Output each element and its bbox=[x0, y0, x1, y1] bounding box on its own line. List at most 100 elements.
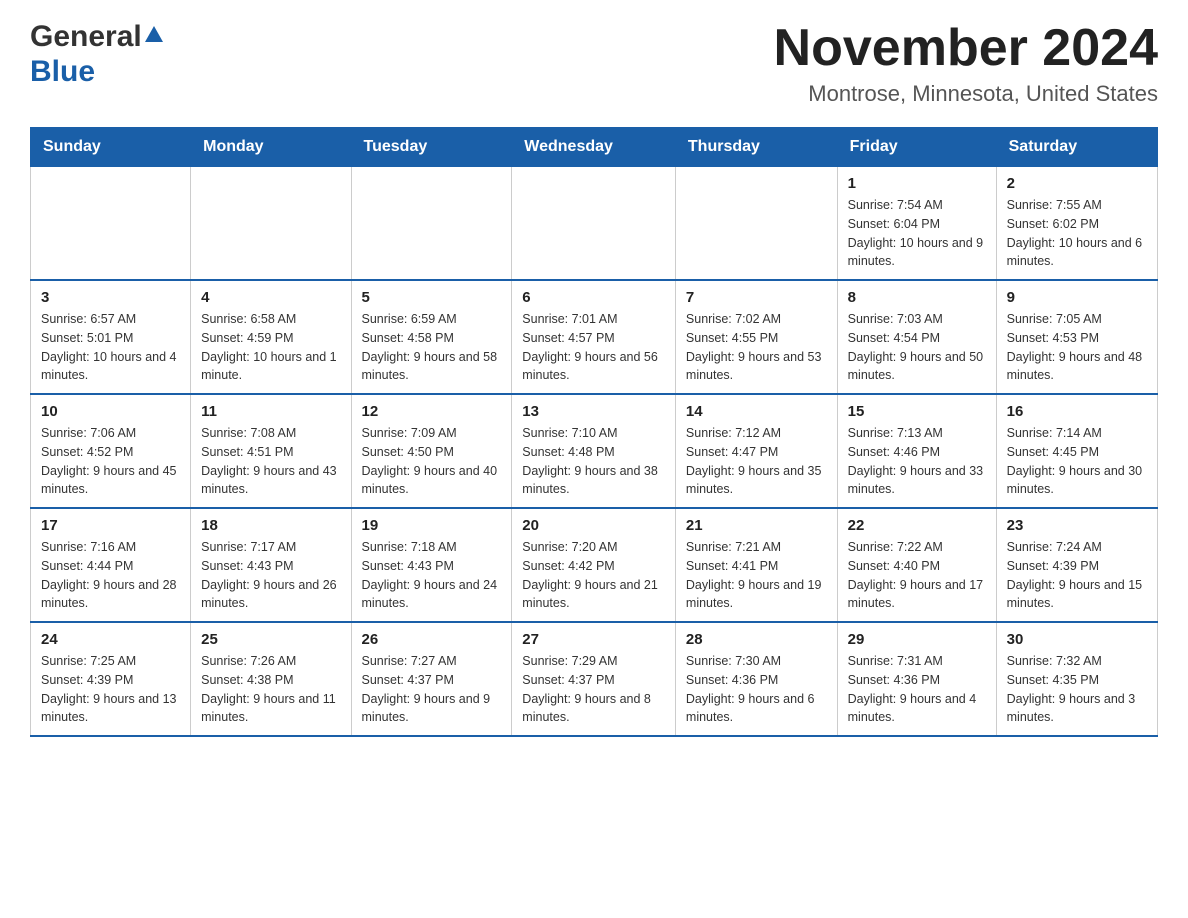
table-row: 3 Sunrise: 6:57 AMSunset: 5:01 PMDaylight… bbox=[31, 280, 191, 394]
table-row: 15 Sunrise: 7:13 AMSunset: 4:46 PMDayligh… bbox=[837, 394, 996, 508]
day-info: Sunrise: 7:18 AMSunset: 4:43 PMDaylight:… bbox=[362, 538, 502, 613]
logo-triangle-icon bbox=[145, 26, 163, 42]
header-tuesday: Tuesday bbox=[351, 128, 512, 167]
day-number: 13 bbox=[522, 403, 665, 420]
title-block: November 2024 Montrose, Minnesota, Unite… bbox=[774, 20, 1158, 107]
day-info: Sunrise: 7:10 AMSunset: 4:48 PMDaylight:… bbox=[522, 424, 665, 499]
table-row: 30Sunrise: 7:32 AMSunset: 4:35 PMDayligh… bbox=[996, 622, 1157, 736]
calendar-week-row: 10 Sunrise: 7:06 AMSunset: 4:52 PMDayligh… bbox=[31, 394, 1158, 508]
day-number: 29 bbox=[848, 631, 986, 648]
header-wednesday: Wednesday bbox=[512, 128, 676, 167]
table-row bbox=[512, 167, 676, 281]
day-info: Sunrise: 7:31 AMSunset: 4:36 PMDaylight:… bbox=[848, 652, 986, 727]
day-number: 10 bbox=[41, 403, 180, 420]
table-row: 7 Sunrise: 7:02 AMSunset: 4:55 PMDaylight… bbox=[675, 280, 837, 394]
day-number: 28 bbox=[686, 631, 827, 648]
day-info: Sunrise: 7:16 AMSunset: 4:44 PMDaylight:… bbox=[41, 538, 180, 613]
day-number: 9 bbox=[1007, 289, 1147, 306]
day-info: Sunrise: 7:55 AMSunset: 6:02 PMDaylight:… bbox=[1007, 196, 1147, 271]
day-number: 25 bbox=[201, 631, 340, 648]
table-row: 5Sunrise: 6:59 AMSunset: 4:58 PMDaylight… bbox=[351, 280, 512, 394]
table-row: 16Sunrise: 7:14 AMSunset: 4:45 PMDayligh… bbox=[996, 394, 1157, 508]
day-info: Sunrise: 7:54 AMSunset: 6:04 PMDaylight:… bbox=[848, 196, 986, 271]
table-row: 18Sunrise: 7:17 AMSunset: 4:43 PMDayligh… bbox=[191, 508, 351, 622]
table-row: 6Sunrise: 7:01 AMSunset: 4:57 PMDaylight… bbox=[512, 280, 676, 394]
day-number: 2 bbox=[1007, 175, 1147, 192]
table-row: 1 Sunrise: 7:54 AMSunset: 6:04 PMDaylight… bbox=[837, 167, 996, 281]
day-info: Sunrise: 7:26 AMSunset: 4:38 PMDaylight:… bbox=[201, 652, 340, 727]
logo-blue-text: Blue bbox=[30, 55, 95, 88]
day-info: Sunrise: 7:12 AMSunset: 4:47 PMDaylight:… bbox=[686, 424, 827, 499]
table-row bbox=[675, 167, 837, 281]
logo-general-text: General bbox=[30, 20, 142, 53]
day-number: 1 bbox=[848, 175, 986, 192]
day-info: Sunrise: 7:13 AMSunset: 4:46 PMDaylight:… bbox=[848, 424, 986, 499]
table-row: 9 Sunrise: 7:05 AMSunset: 4:53 PMDaylight… bbox=[996, 280, 1157, 394]
table-row: 12 Sunrise: 7:09 AMSunset: 4:50 PMDayligh… bbox=[351, 394, 512, 508]
location-title: Montrose, Minnesota, United States bbox=[774, 81, 1158, 107]
table-row: 2 Sunrise: 7:55 AMSunset: 6:02 PMDaylight… bbox=[996, 167, 1157, 281]
logo-line2: Blue bbox=[30, 55, 163, 90]
day-info: Sunrise: 7:30 AMSunset: 4:36 PMDaylight:… bbox=[686, 652, 827, 727]
calendar-week-row: 24Sunrise: 7:25 AMSunset: 4:39 PMDayligh… bbox=[31, 622, 1158, 736]
table-row: 29 Sunrise: 7:31 AMSunset: 4:36 PMDayligh… bbox=[837, 622, 996, 736]
day-info: Sunrise: 7:17 AMSunset: 4:43 PMDaylight:… bbox=[201, 538, 340, 613]
calendar-table: Sunday Monday Tuesday Wednesday Thursday… bbox=[30, 127, 1158, 737]
day-number: 11 bbox=[201, 403, 340, 420]
calendar-week-row: 1 Sunrise: 7:54 AMSunset: 6:04 PMDaylight… bbox=[31, 167, 1158, 281]
table-row: 21Sunrise: 7:21 AMSunset: 4:41 PMDayligh… bbox=[675, 508, 837, 622]
header-friday: Friday bbox=[837, 128, 996, 167]
table-row: 22Sunrise: 7:22 AMSunset: 4:40 PMDayligh… bbox=[837, 508, 996, 622]
day-number: 15 bbox=[848, 403, 986, 420]
day-info: Sunrise: 7:02 AMSunset: 4:55 PMDaylight:… bbox=[686, 310, 827, 385]
table-row: 28 Sunrise: 7:30 AMSunset: 4:36 PMDayligh… bbox=[675, 622, 837, 736]
day-info: Sunrise: 7:06 AMSunset: 4:52 PMDaylight:… bbox=[41, 424, 180, 499]
table-row: 20Sunrise: 7:20 AMSunset: 4:42 PMDayligh… bbox=[512, 508, 676, 622]
logo: General Blue bbox=[30, 20, 163, 89]
table-row: 10 Sunrise: 7:06 AMSunset: 4:52 PMDayligh… bbox=[31, 394, 191, 508]
table-row: 4Sunrise: 6:58 AMSunset: 4:59 PMDaylight… bbox=[191, 280, 351, 394]
table-row: 8Sunrise: 7:03 AMSunset: 4:54 PMDaylight… bbox=[837, 280, 996, 394]
day-info: Sunrise: 6:59 AMSunset: 4:58 PMDaylight:… bbox=[362, 310, 502, 385]
calendar-header-row: Sunday Monday Tuesday Wednesday Thursday… bbox=[31, 128, 1158, 167]
day-number: 14 bbox=[686, 403, 827, 420]
day-info: Sunrise: 7:08 AMSunset: 4:51 PMDaylight:… bbox=[201, 424, 340, 499]
day-info: Sunrise: 7:32 AMSunset: 4:35 PMDaylight:… bbox=[1007, 652, 1147, 727]
header-thursday: Thursday bbox=[675, 128, 837, 167]
table-row: 25 Sunrise: 7:26 AMSunset: 4:38 PMDayligh… bbox=[191, 622, 351, 736]
day-number: 21 bbox=[686, 517, 827, 534]
table-row: 14 Sunrise: 7:12 AMSunset: 4:47 PMDayligh… bbox=[675, 394, 837, 508]
day-number: 4 bbox=[201, 289, 340, 306]
day-number: 20 bbox=[522, 517, 665, 534]
day-number: 6 bbox=[522, 289, 665, 306]
table-row: 17 Sunrise: 7:16 AMSunset: 4:44 PMDayligh… bbox=[31, 508, 191, 622]
table-row: 23 Sunrise: 7:24 AMSunset: 4:39 PMDayligh… bbox=[996, 508, 1157, 622]
table-row: 24Sunrise: 7:25 AMSunset: 4:39 PMDayligh… bbox=[31, 622, 191, 736]
table-row: 27 Sunrise: 7:29 AMSunset: 4:37 PMDayligh… bbox=[512, 622, 676, 736]
table-row bbox=[31, 167, 191, 281]
day-number: 23 bbox=[1007, 517, 1147, 534]
day-info: Sunrise: 6:57 AMSunset: 5:01 PMDaylight:… bbox=[41, 310, 180, 385]
day-number: 8 bbox=[848, 289, 986, 306]
logo-line1: General bbox=[30, 20, 163, 55]
day-number: 27 bbox=[522, 631, 665, 648]
day-number: 19 bbox=[362, 517, 502, 534]
day-info: Sunrise: 7:24 AMSunset: 4:39 PMDaylight:… bbox=[1007, 538, 1147, 613]
day-number: 22 bbox=[848, 517, 986, 534]
day-info: Sunrise: 7:05 AMSunset: 4:53 PMDaylight:… bbox=[1007, 310, 1147, 385]
day-info: Sunrise: 7:29 AMSunset: 4:37 PMDaylight:… bbox=[522, 652, 665, 727]
day-number: 3 bbox=[41, 289, 180, 306]
table-row: 26Sunrise: 7:27 AMSunset: 4:37 PMDayligh… bbox=[351, 622, 512, 736]
header-monday: Monday bbox=[191, 128, 351, 167]
day-number: 12 bbox=[362, 403, 502, 420]
day-info: Sunrise: 7:09 AMSunset: 4:50 PMDaylight:… bbox=[362, 424, 502, 499]
day-number: 26 bbox=[362, 631, 502, 648]
day-number: 24 bbox=[41, 631, 180, 648]
day-number: 7 bbox=[686, 289, 827, 306]
day-info: Sunrise: 7:14 AMSunset: 4:45 PMDaylight:… bbox=[1007, 424, 1147, 499]
header-sunday: Sunday bbox=[31, 128, 191, 167]
table-row: 11 Sunrise: 7:08 AMSunset: 4:51 PMDayligh… bbox=[191, 394, 351, 508]
table-row: 13 Sunrise: 7:10 AMSunset: 4:48 PMDayligh… bbox=[512, 394, 676, 508]
table-row: 19 Sunrise: 7:18 AMSunset: 4:43 PMDayligh… bbox=[351, 508, 512, 622]
day-number: 17 bbox=[41, 517, 180, 534]
